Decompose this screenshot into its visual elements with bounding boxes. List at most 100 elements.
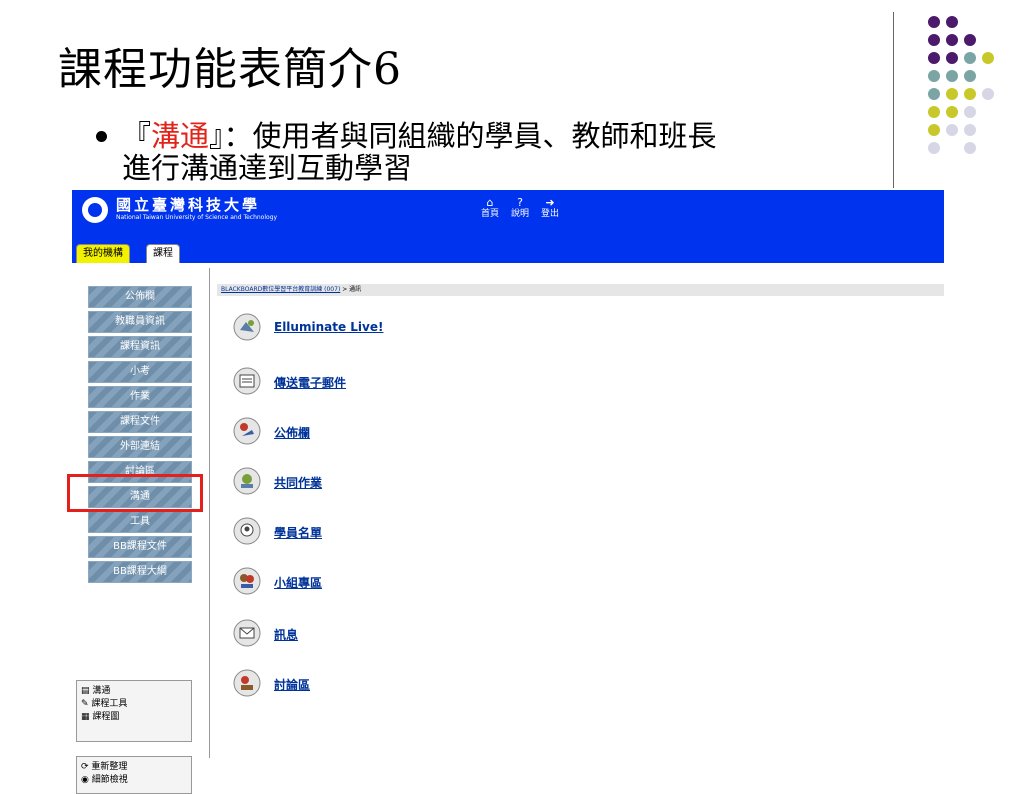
email-icon — [233, 367, 261, 395]
tool-label-elluminate: Elluminate Live! — [274, 320, 384, 334]
tool-label-discussion: 討論區 — [274, 678, 311, 692]
content-divider — [209, 268, 210, 758]
nav-button-tools[interactable]: 工具 — [88, 511, 192, 533]
decor-dot — [964, 34, 976, 46]
tool-collaboration[interactable]: 共同作業 — [232, 466, 532, 496]
decor-dot — [928, 52, 940, 64]
decor-dot — [982, 52, 994, 64]
decor-dot — [964, 70, 976, 82]
tool-roster[interactable]: 學員名單 — [232, 516, 532, 546]
message-icon — [233, 619, 261, 647]
decor-dot — [964, 106, 976, 118]
decor-dot — [928, 142, 940, 154]
slide-title: 課程功能表簡介6 — [58, 44, 402, 95]
help-icon: ? — [517, 196, 523, 209]
decor-dot — [946, 52, 958, 64]
decor-dot — [982, 88, 994, 100]
detail-view-button[interactable]: ◉ 細節檢視 — [77, 774, 191, 787]
decor-dot — [964, 88, 976, 100]
university-name-en: National Taiwan University of Science an… — [116, 214, 278, 221]
help-link[interactable]: ? 說明 — [506, 196, 534, 220]
breadcrumb: BLACKBOARD數位學習平台教育訓練 (007) > 通訊 — [217, 284, 944, 296]
decor-dot-grid — [928, 16, 1008, 166]
decor-dot — [928, 70, 940, 82]
panel-label-course-map: 課程圖 — [92, 712, 120, 722]
decor-dot — [946, 88, 958, 100]
nav-button-course-info[interactable]: 課程資訊 — [88, 336, 192, 358]
decor-dot — [928, 16, 940, 28]
tool-discussion[interactable]: 討論區 — [232, 668, 532, 698]
tool-messages[interactable]: 訊息 — [232, 618, 532, 648]
tool-send-email[interactable]: 傳送電子郵件 — [232, 366, 532, 396]
decor-dot — [964, 142, 976, 154]
view-panel: ⟳ 重新整理 ◉ 細節檢視 — [76, 756, 192, 794]
tool-label-announcements: 公佈欄 — [274, 426, 311, 440]
home-icon: ⌂ — [486, 196, 494, 209]
bb-header-bar: 國立臺灣科技大學 National Taiwan University of S… — [72, 190, 944, 263]
tool-label-collaboration: 共同作業 — [274, 476, 323, 490]
elluminate-icon — [233, 313, 261, 341]
logout-icon: ➜ — [545, 196, 555, 209]
decor-dot — [964, 124, 976, 136]
panel-item-course-tools[interactable]: ✎ 課程工具 — [77, 698, 191, 711]
decor-dot — [946, 70, 958, 82]
roster-icon — [233, 517, 261, 545]
bullet-rest: 』：使用者與同組織的學員、教師和班長 — [209, 119, 717, 153]
highlight-box — [67, 474, 203, 512]
bullet-open-quote: 『 — [122, 119, 152, 153]
tab-courses[interactable]: 課程 — [146, 244, 180, 263]
panel-label-course-tools: 課程工具 — [91, 699, 128, 709]
decor-dot — [964, 52, 976, 64]
panel-item-communication[interactable]: ▤ 溝通 — [77, 685, 191, 698]
nav-button-assignments[interactable]: 作業 — [88, 386, 192, 408]
breadcrumb-link-course[interactable]: BLACKBOARD數位學習平台教育訓練 (007) — [221, 286, 340, 293]
bullet-text: 『溝通』：使用者與同組織的學員、教師和班長 進行溝通達到互動學習 — [96, 119, 882, 185]
decor-dot — [928, 106, 940, 118]
decor-dot — [928, 124, 940, 136]
logout-link[interactable]: ➜ 登出 — [536, 196, 564, 220]
tool-label-roster: 學員名單 — [274, 526, 323, 540]
group-work-icon — [233, 467, 261, 495]
home-label: 首頁 — [480, 209, 499, 219]
tool-announcements[interactable]: 公佈欄 — [232, 416, 532, 446]
tab-my-institution[interactable]: 我的機構 — [76, 244, 130, 263]
bullet-dot — [96, 131, 107, 142]
decor-dot — [928, 88, 940, 100]
nav-button-external-links[interactable]: 外部連結 — [88, 436, 192, 458]
announcement-icon — [233, 417, 261, 445]
logout-label: 登出 — [540, 209, 559, 219]
discussion-icon — [233, 669, 261, 697]
nav-button-bb-syllabus[interactable]: BB課程大綱 — [88, 561, 192, 583]
tool-label-group-area: 小組專區 — [274, 576, 323, 590]
decor-dot — [946, 124, 958, 136]
decor-dot — [946, 16, 958, 28]
decor-dot — [946, 106, 958, 118]
course-menu-list: 公佈欄 教職員資訊 課程資訊 小考 作業 課程文件 外部連結 討論區 溝通 工具… — [88, 286, 192, 586]
tool-group-area[interactable]: 小組專區 — [232, 566, 532, 596]
decor-dot — [946, 34, 958, 46]
decor-dot — [928, 34, 940, 46]
bullet-line2: 進行溝通達到互動學習 — [122, 151, 413, 185]
panel-label-communication: 溝通 — [92, 686, 111, 696]
refresh-label: 重新整理 — [91, 762, 128, 772]
tool-elluminate[interactable]: Elluminate Live! — [232, 312, 532, 342]
decor-divider — [893, 12, 894, 188]
nav-button-staff-info[interactable]: 教職員資訊 — [88, 311, 192, 333]
group-area-icon — [233, 567, 261, 595]
breadcrumb-current: > 通訊 — [340, 286, 362, 293]
university-logo-icon — [82, 197, 108, 223]
nav-button-quiz[interactable]: 小考 — [88, 361, 192, 383]
top-links: ⌂ 首頁 ? 說明 ➜ 登出 — [476, 196, 566, 228]
detail-view-label: 細節檢視 — [91, 775, 128, 785]
nav-button-course-docs[interactable]: 課程文件 — [88, 411, 192, 433]
nav-button-bb-course-docs[interactable]: BB課程文件 — [88, 536, 192, 558]
tool-label-messages: 訊息 — [274, 628, 299, 642]
panel-item-course-map[interactable]: ▦ 課程圖 — [77, 711, 191, 724]
course-map-panel: ▤ 溝通 ✎ 課程工具 ▦ 課程圖 — [76, 680, 192, 742]
help-label: 說明 — [510, 209, 529, 219]
university-name-cn: 國立臺灣科技大學 — [116, 196, 261, 214]
tool-label-send-email: 傳送電子郵件 — [274, 376, 347, 390]
home-link[interactable]: ⌂ 首頁 — [476, 196, 504, 220]
nav-button-announcements[interactable]: 公佈欄 — [88, 286, 192, 308]
bullet-keyword: 溝通 — [151, 119, 210, 153]
